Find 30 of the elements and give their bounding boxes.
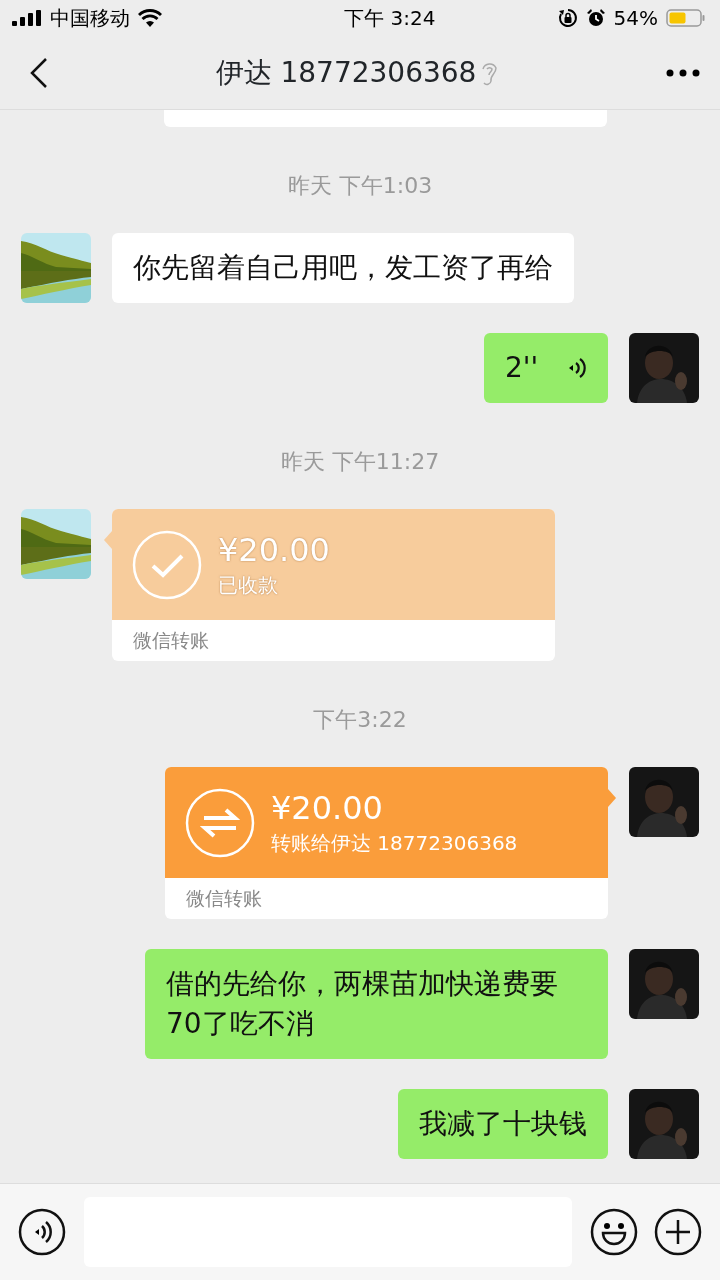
wifi-icon [138,9,162,27]
check-icon [132,529,202,600]
more-icon[interactable] [666,68,700,77]
timestamp: 下午3:22 [312,706,408,734]
transfer-arrows-icon [185,787,255,858]
chat-title: 伊达 18772306368 [215,54,477,91]
timestamp: 昨天 下午11:27 [279,448,441,476]
transfer-amount: ¥20.00 [218,529,330,570]
battery-percent: 54% [613,5,658,32]
message-bubble: 你先留着自己用吧，发工资了再给 [112,233,574,303]
clock-time: 下午 3:24 [344,5,436,32]
transfer-label: 微信转账 [185,886,263,911]
back-icon[interactable] [30,56,48,89]
signal-icon [12,10,42,26]
voice-wave-icon [567,356,587,380]
message-bubble: 我减了十块钱 [398,1089,608,1159]
transfer-amount: ¥20.00 [271,787,384,828]
alarm-icon [585,8,606,28]
plus-icon[interactable] [654,1208,702,1256]
rotation-lock-icon [557,8,578,28]
transfer-note: 转账给伊达 18772306368 [271,829,518,857]
emoji-icon[interactable] [590,1208,638,1256]
timestamp: 昨天 下午1:03 [286,172,434,200]
battery-icon [666,8,706,28]
message-bubble: 借的先给你，两棵苗加快递费要70了吃不消 [145,949,608,1059]
voice-message[interactable]: 2'' [484,333,608,403]
carrier-name: 中国移动 [50,5,130,32]
transfer-note: 已收款 [218,571,279,599]
transfer-label: 微信转账 [132,628,210,653]
voice-input-icon[interactable] [18,1208,66,1256]
